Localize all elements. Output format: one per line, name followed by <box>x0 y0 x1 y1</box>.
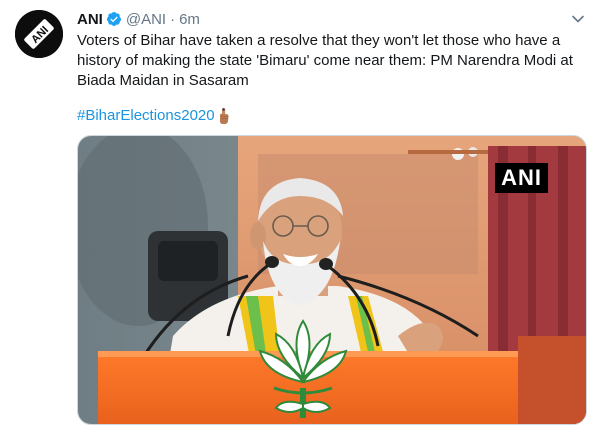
ani-logo-icon: ANI <box>15 10 63 58</box>
tweet-timestamp[interactable]: 6m <box>179 11 200 28</box>
tweet-card[interactable]: ANI ANI @ANI · 6m Voters of Bihar have t… <box>0 0 605 434</box>
author-name[interactable]: ANI <box>77 11 103 28</box>
author-avatar[interactable]: ANI <box>15 10 63 58</box>
verified-badge-icon <box>106 11 122 27</box>
ani-watermark: ANI <box>495 163 548 193</box>
header-separator: · <box>170 10 176 28</box>
tweet-text: Voters of Bihar have taken a resolve tha… <box>77 32 573 89</box>
hashtag-line: #BiharElections2020 <box>77 106 230 126</box>
tweet-header: ANI @ANI · 6m <box>77 9 200 29</box>
tweet-media-image[interactable]: ANI <box>77 135 587 425</box>
inked-finger-icon <box>218 107 230 125</box>
author-handle[interactable]: @ANI <box>126 11 166 28</box>
chevron-down-icon <box>572 15 584 23</box>
tweet-menu-button[interactable] <box>568 9 588 29</box>
hashtag-link[interactable]: #BiharElections2020 <box>77 106 215 126</box>
